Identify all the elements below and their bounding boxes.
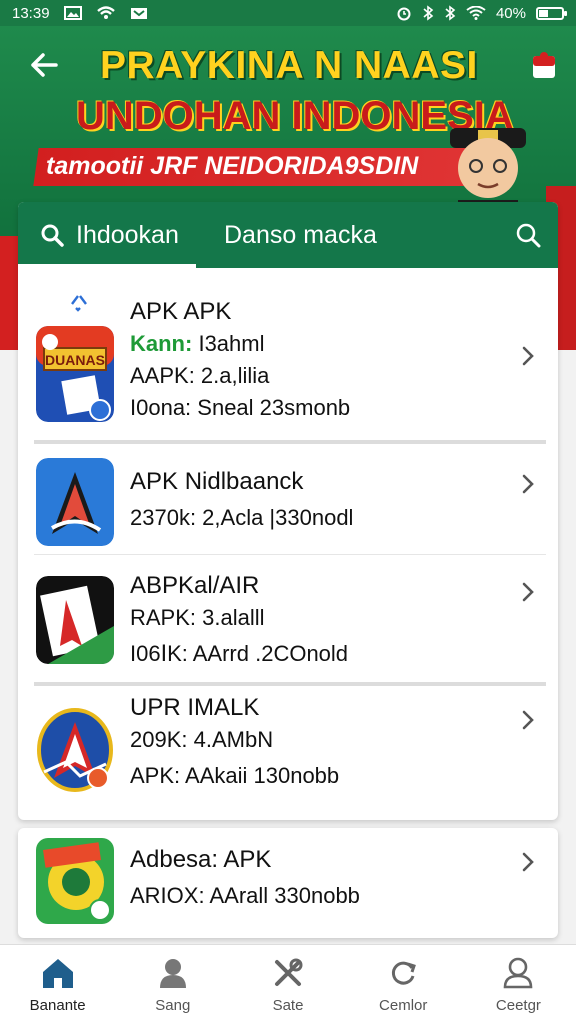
nav-item-refresh[interactable]: Cemlor (346, 945, 461, 1024)
banner-subtitle: tamootii JRF NEIDORIDA9SDIN (46, 152, 419, 180)
nav-item-home[interactable]: Banante (0, 945, 115, 1024)
person-icon (155, 955, 191, 991)
tab-label: Danso macka (224, 220, 377, 249)
download-arrows-icon (71, 295, 87, 312)
app-icon (36, 576, 114, 664)
app-name: APK APK (130, 298, 232, 325)
nav-item-profile[interactable]: Sang (115, 945, 230, 1024)
tab-bar: Ihdookan Danso macka (18, 202, 558, 268)
search-button[interactable] (498, 202, 558, 268)
notification-icon (130, 6, 148, 20)
nav-label: Ceetgr (495, 997, 541, 1014)
chevron-right-icon[interactable] (516, 708, 540, 732)
app-icon (36, 838, 114, 924)
app-name: ABPKal/AIR (130, 572, 260, 599)
app-details: APK Nidlbaanck 2370k: 2,Acla |330nodl (130, 466, 353, 534)
app-name: Adbesa: APK (130, 846, 272, 873)
app-name: APK Nidlbaanck (130, 468, 304, 495)
app-details: APK APK Kann: I3ahml AAPK: 2.a,lilia I0o… (130, 296, 350, 424)
list-item[interactable]: APK Nidlbaanck 2370k: 2,Acla |330nodl (18, 448, 558, 552)
flag-button[interactable] (526, 48, 562, 84)
tab-label: Ihdookan (76, 220, 179, 249)
app-meta-line: RAPK: 3.alalll (130, 605, 265, 630)
tab-other[interactable]: Danso macka (196, 202, 391, 268)
app-details: Adbesa: APK ARIOX: AArall 330nobb (130, 844, 360, 912)
chevron-right-icon[interactable] (516, 472, 540, 496)
list-item[interactable]: DUANAS APK APK Kann: I3ahml AAPK: 2.a,li… (18, 290, 558, 438)
nav-label: Sate (272, 997, 304, 1014)
alarm-icon (396, 5, 412, 21)
battery-percent: 40% (495, 4, 526, 22)
app-meta-line: Kann: I3ahml (130, 328, 350, 360)
status-bar: 13:39 40% (0, 0, 576, 26)
search-icon (41, 224, 64, 247)
app-list-panel: Ihdookan Danso macka DUANAS APK APK Kann… (18, 202, 558, 820)
app-meta-value: I3ahml (198, 331, 265, 356)
svg-text:DUANAS: DUANAS (45, 352, 105, 368)
nav-label: Cemlor (379, 997, 428, 1014)
gallery-icon (63, 6, 82, 20)
app-meta-label: Kann: (130, 331, 193, 356)
app-details: ABPKal/AIR RAPK: 3.alalll I06ⅠK: AArrd .… (130, 570, 348, 670)
app-icon: DUANAS (36, 326, 114, 422)
nav-item-tools[interactable]: Sate (230, 945, 345, 1024)
back-arrow-icon (31, 53, 58, 77)
home-icon (40, 955, 76, 991)
app-details: UPR IMALK 209K: 4.AMbN APK: AAkaii 130no… (130, 692, 339, 792)
battery-icon (536, 6, 567, 20)
bottom-navigation: Banante Sang Sate Cemlor Ceetgr (0, 944, 576, 1024)
app-icon (36, 458, 114, 546)
list-item[interactable]: ABPKal/AIR RAPK: 3.alalll I06ⅠK: AArrd .… (18, 564, 558, 680)
search-icon (516, 223, 541, 248)
app-meta-line: I0ona: Sneal 23smonb (130, 395, 351, 420)
tools-icon (270, 955, 306, 991)
nav-item-account[interactable]: Ceetgr (461, 945, 576, 1024)
bluetooth-connected-icon (444, 5, 456, 21)
wifi-icon (466, 6, 486, 20)
bluetooth-icon (422, 5, 434, 21)
nav-label: Banante (29, 997, 86, 1014)
chevron-right-icon[interactable] (516, 580, 540, 604)
app-meta-line: 209K: 4.AMbN (130, 727, 274, 752)
refresh-icon (385, 955, 421, 991)
list-item[interactable]: Adbesa: APK ARIOX: AArall 330nobb (18, 828, 558, 938)
nav-label: Sang (155, 997, 191, 1014)
battery-level (539, 9, 548, 17)
banner-title-line1: PRAYKINA N NAASI (100, 44, 478, 87)
app-meta-line: AAPK: 2.a,lilia (130, 363, 270, 388)
app-meta-line: 2370k: 2,Acla |330nodl (130, 505, 354, 530)
back-button[interactable] (24, 48, 64, 82)
wifi-calling-icon (96, 6, 116, 20)
app-meta-line: APK: AAkaii 130nobb (130, 763, 340, 788)
account-icon (500, 955, 536, 991)
app-name: UPR IMALK (130, 694, 260, 721)
flag-icon (533, 52, 555, 78)
app-meta-line: ARIOX: AArall 330nobb (130, 883, 360, 908)
tab-indonesian[interactable]: Ihdookan (18, 202, 196, 268)
divider (34, 554, 546, 555)
chevron-right-icon[interactable] (516, 344, 540, 368)
divider (34, 682, 546, 686)
divider (34, 440, 546, 444)
chevron-right-icon[interactable] (516, 850, 540, 874)
clock: 13:39 (12, 4, 50, 22)
app-icon (36, 706, 114, 794)
app-meta-line: I06ⅠK: AArrd .2COnold (130, 641, 349, 666)
list-item[interactable]: UPR IMALK 209K: 4.AMbN APK: AAkaii 130no… (18, 692, 558, 812)
